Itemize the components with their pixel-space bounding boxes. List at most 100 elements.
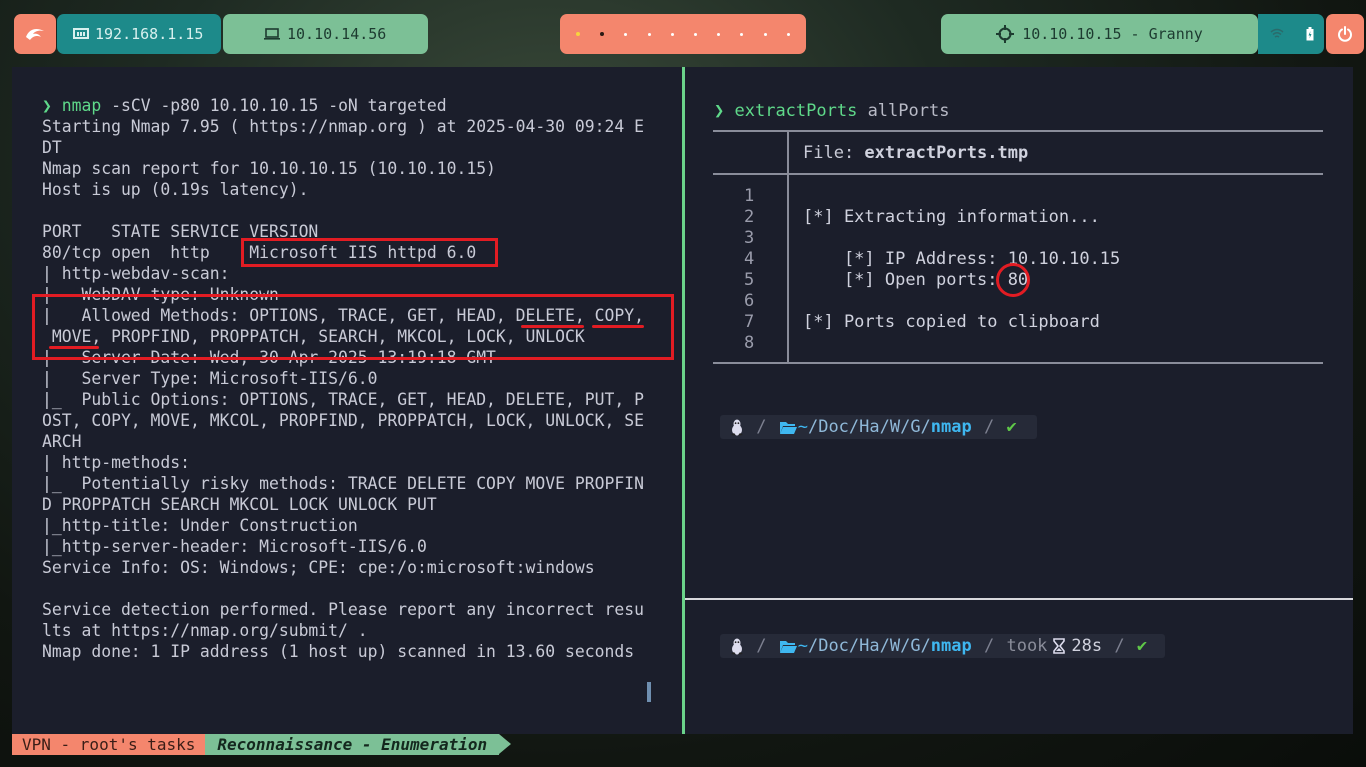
tray-network[interactable] — [1258, 14, 1296, 54]
command-name: extractPorts — [734, 101, 858, 121]
bat-mid-rule — [713, 173, 1323, 175]
bat-top-rule — [713, 130, 1323, 132]
text-cursor — [647, 682, 651, 702]
bat-content-line: [*] IP Address: 10.10.10.15 — [803, 249, 1121, 269]
success-check-icon: ✔ — [1006, 417, 1017, 437]
local-ip-widget: 192.168.1.15 — [57, 14, 221, 54]
prompt-path: /Doc/Ha/W/G/ — [807, 636, 931, 656]
shell-prompt-1: / ~/Doc/Ha/W/G/nmap / ✔ — [720, 415, 1037, 439]
nmap-output-line: | http-methods: — [42, 453, 191, 472]
workspace-4[interactable] — [647, 32, 651, 36]
bat-content-line: [*] Extracting information... — [803, 207, 1100, 227]
tray-battery[interactable] — [1296, 14, 1324, 54]
workspace-5[interactable] — [670, 32, 674, 36]
target-widget: 10.10.10.15 - Granny — [941, 14, 1258, 54]
window-label[interactable]: Reconnaissance - Enumeration — [205, 734, 500, 755]
nmap-output-line: |_http-title: Under Construction — [42, 516, 358, 535]
app-menu-button[interactable] — [14, 14, 56, 54]
status-arrow — [499, 734, 512, 754]
crosshair-icon — [996, 25, 1015, 43]
nmap-output-line: Nmap done: 1 IP address (1 host up) scan… — [42, 642, 635, 661]
workspace-8[interactable] — [740, 32, 744, 36]
nmap-output-line: Service Info: OS: Windows; CPE: cpe:/o:m… — [42, 558, 595, 577]
vpn-ip-widget: 10.10.14.56 — [223, 14, 428, 54]
network-card-icon — [73, 28, 89, 39]
folder-open-icon — [779, 640, 797, 653]
nmap-output-line: ARCH — [42, 432, 82, 451]
nmap-output-line: |_ Public Options: OPTIONS, TRACE, GET, … — [42, 390, 644, 409]
target-label: 10.10.10.15 - Granny — [1022, 25, 1203, 43]
workspace-10[interactable] — [786, 32, 790, 36]
took-label: took — [1006, 636, 1048, 656]
shell-prompt-2: / ~/Doc/Ha/W/G/nmap / took 28s / ✔ — [720, 634, 1166, 658]
linux-tux-icon — [731, 419, 743, 435]
prompt-path: /Doc/Ha/W/G/ — [807, 417, 931, 437]
hourglass-icon — [1053, 638, 1066, 654]
bat-content-line: [*] Ports copied to clipboard — [803, 312, 1100, 332]
right-command-line: ❯ extractPorts allPorts — [714, 101, 949, 122]
bat-gutter-top — [787, 131, 789, 173]
dragon-logo-icon — [26, 29, 44, 40]
laptop-icon — [264, 28, 280, 40]
workspace-3[interactable] — [624, 32, 628, 36]
local-ip: 192.168.1.15 — [95, 25, 204, 43]
nmap-output-line: Host is up (0.19s latency). — [42, 180, 309, 199]
bat-line-number: 6 — [744, 291, 755, 311]
bat-file-header: File: extractPorts.tmp — [803, 143, 1029, 163]
command-args: -sCV -p80 10.10.10.15 -oN targeted — [101, 96, 447, 115]
bat-line-number: 3 — [744, 228, 755, 248]
workspace-switcher[interactable] — [560, 14, 806, 54]
prompt-arrow: ❯ — [714, 101, 725, 121]
bat-line-number: 5 — [744, 270, 755, 290]
bat-line-number: 4 — [744, 249, 755, 269]
bat-bottom-rule — [713, 362, 1323, 364]
workspace-9[interactable] — [763, 32, 767, 36]
workspace-2[interactable] — [600, 32, 605, 36]
nmap-output-line: |_http-server-header: Microsoft-IIS/6.0 — [42, 537, 427, 556]
nmap-output-line: lts at https://nmap.org/submit/ . — [42, 621, 368, 640]
wifi-off-icon — [1270, 28, 1284, 38]
nmap-output-line: D PROPPATCH SEARCH MKCOL LOCK UNLOCK PUT — [42, 495, 437, 514]
bat-gutter — [787, 174, 789, 362]
workspace-7[interactable] — [717, 32, 721, 36]
success-check-icon: ✔ — [1136, 636, 1148, 656]
bat-line-number: 1 — [744, 186, 755, 206]
nmap-output-line: | Server Type: Microsoft-IIS/6.0 — [42, 369, 378, 388]
session-label[interactable]: VPN - root's tasks — [12, 734, 206, 755]
linux-tux-icon — [731, 638, 743, 654]
bat-line-number: 8 — [744, 333, 755, 353]
left-command-line: ❯ nmap -sCV -p80 10.10.10.15 -oN targete… — [42, 95, 447, 116]
bat-line-number: 2 — [744, 207, 755, 227]
nmap-output-line: Service detection performed. Please repo… — [42, 600, 644, 619]
prompt-dir: nmap — [930, 636, 972, 656]
bat-file-name: extractPorts.tmp — [864, 143, 1029, 163]
prompt-arrow: ❯ — [42, 96, 52, 115]
elapsed-time: 28s — [1071, 636, 1103, 656]
nmap-output-line: Starting Nmap 7.95 ( https://nmap.org ) … — [42, 117, 644, 136]
nmap-output-line: |_ Potentially risky methods: TRACE DELE… — [42, 474, 644, 493]
folder-open-icon — [779, 421, 797, 434]
underline-move — [49, 346, 99, 349]
underline-delete — [521, 325, 584, 328]
nmap-output-line: OST, COPY, MOVE, MKCOL, PROPFIND, PROPPA… — [42, 411, 644, 430]
power-button[interactable] — [1326, 14, 1364, 54]
highlight-iis-version — [241, 238, 498, 267]
nmap-output-line: | http-webdav-scan: — [42, 264, 230, 283]
vpn-ip: 10.10.14.56 — [287, 25, 387, 43]
battery-icon — [1306, 27, 1314, 41]
pane-divider-horizontal[interactable] — [685, 598, 1353, 600]
tmux-status-bar: VPN - root's tasks Reconnaissance - Enum… — [12, 734, 512, 755]
workspace-1[interactable] — [576, 32, 581, 36]
workspace-6[interactable] — [694, 32, 698, 36]
terminal-pane-right-bottom[interactable] — [685, 600, 1353, 734]
underline-copy — [592, 325, 644, 328]
nmap-output-line: DT — [42, 138, 62, 157]
nmap-output-line: Nmap scan report for 10.10.10.15 (10.10.… — [42, 159, 496, 178]
power-icon — [1338, 26, 1352, 42]
bat-content-line: [*] Open ports: 80 — [803, 270, 1029, 290]
pane-divider-vertical[interactable] — [682, 67, 685, 734]
bat-line-number: 7 — [744, 312, 755, 332]
prompt-dir: nmap — [930, 417, 972, 437]
highlight-port-80 — [996, 263, 1030, 297]
command-args: allPorts — [857, 101, 950, 121]
